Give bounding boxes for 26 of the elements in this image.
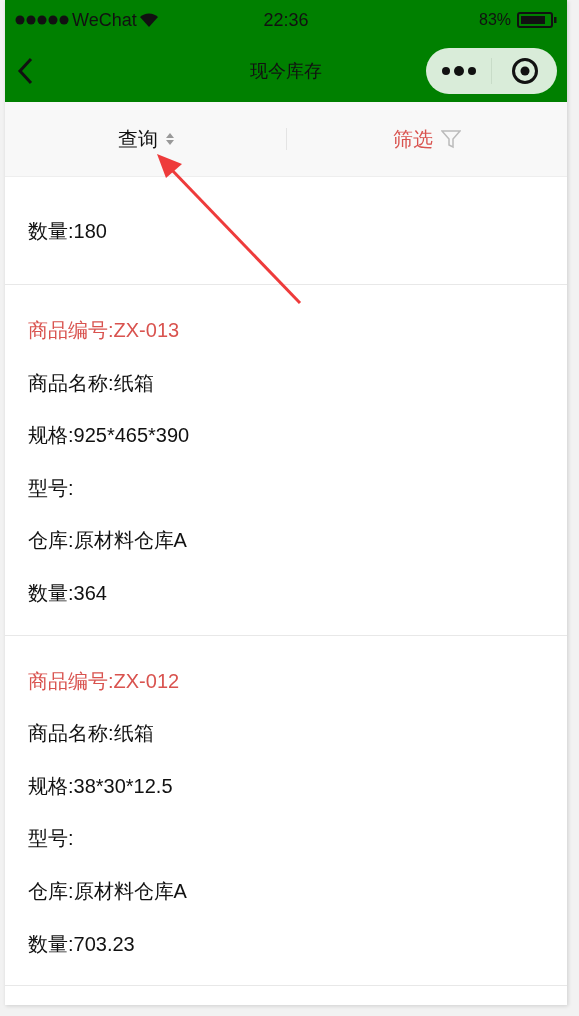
item-field: 仓库:原材料仓库A [28, 876, 544, 905]
item-field: 商品名称:纸箱 [28, 368, 544, 397]
item-field: 数量:180 [28, 217, 544, 245]
battery-percent: 83% [479, 10, 511, 30]
item-field: 商品名称:纸箱 [28, 719, 544, 748]
item-field: 数量:703.23 [28, 929, 544, 958]
filter-icon [441, 129, 461, 149]
carrier-name: WeChat [72, 8, 137, 32]
item-field: 规格:925*465*390 [28, 421, 544, 450]
status-time: 22:36 [262, 8, 310, 32]
product-code: 商品编号:ZX-013 [28, 318, 181, 343]
target-icon [510, 57, 539, 85]
item-field: 规格:38*30*12.5 [28, 771, 544, 800]
battery-icon [517, 12, 557, 28]
item-field: 仓库:原材料仓库A [28, 526, 544, 555]
filter-tab[interactable]: 筛选 [393, 124, 461, 154]
filter-tab[interactable]: 查询 [117, 124, 174, 154]
signal-icon [15, 15, 69, 25]
product-code: 商品编号:ZX-012 [28, 668, 181, 694]
page-title: 现今库存 [250, 59, 322, 83]
sort-icon [165, 133, 174, 145]
item-field: 型号: [28, 824, 544, 853]
wifi-icon [139, 13, 158, 27]
item-field: 型号: [28, 473, 544, 502]
item-field: 数量:364 [28, 578, 544, 607]
more-icon [440, 66, 477, 76]
